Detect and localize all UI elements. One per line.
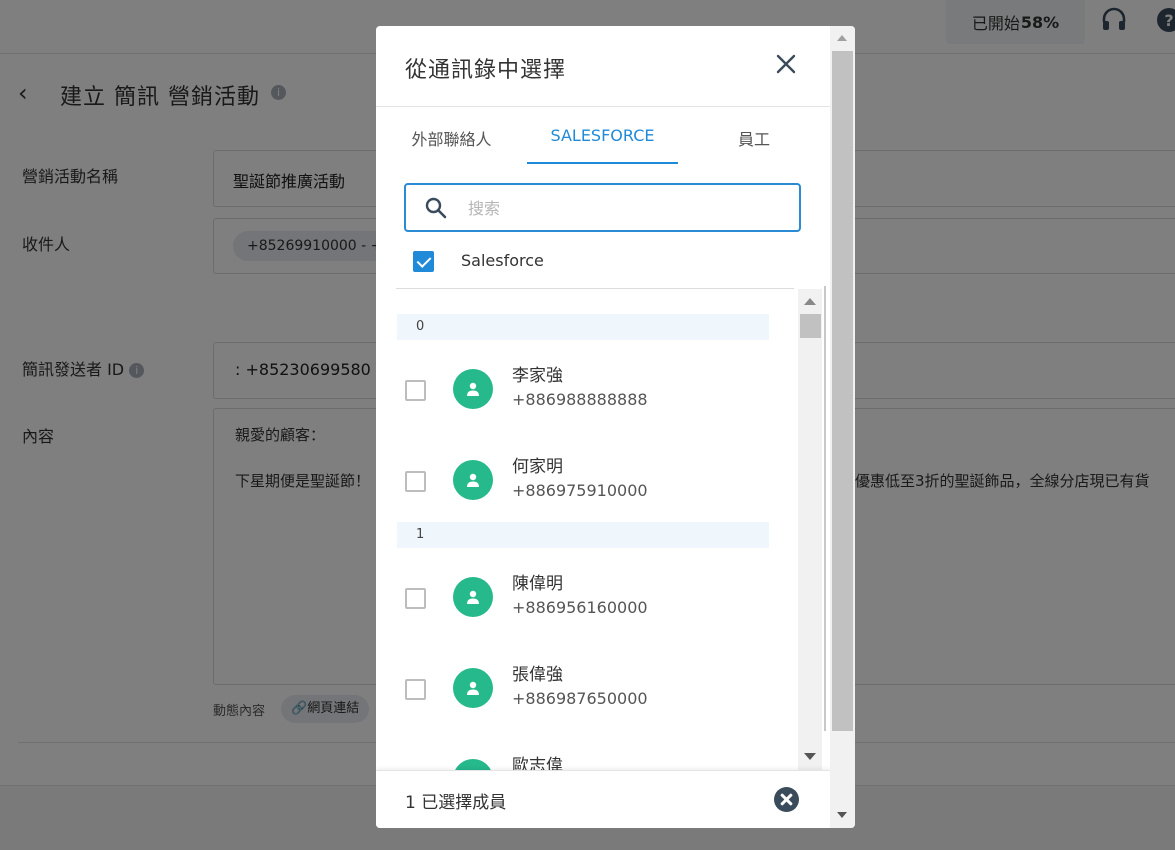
search-icon [425, 197, 447, 219]
avatar [453, 369, 493, 409]
contact-picker-modal: 從通訊錄中選擇 外部聯絡人 SALESFORCE 員工 Salesforce 0… [376, 26, 855, 828]
person-icon [467, 473, 479, 487]
modal-header: 從通訊錄中選擇 [376, 26, 830, 107]
person-icon [467, 382, 479, 396]
search-box [404, 183, 801, 232]
avatar [453, 668, 493, 708]
person-icon [467, 681, 479, 695]
selected-count-text: 1 已選擇成員 [405, 793, 507, 813]
contact-name: 何家明 [512, 457, 563, 477]
avatar [453, 460, 493, 500]
contact-phone: +886987650000 [512, 689, 648, 708]
clear-selection-icon[interactable] [774, 787, 799, 812]
contact-checkbox[interactable] [405, 679, 426, 700]
person-icon [467, 590, 479, 604]
search-input[interactable] [468, 195, 768, 221]
contact-name: 李家強 [512, 366, 563, 386]
contact-phone: +886988888888 [512, 390, 648, 409]
divider [824, 286, 826, 731]
active-tab-indicator [527, 162, 678, 164]
list-item[interactable]: 陳偉明 +886956160000 [376, 564, 796, 655]
modal-title: 從通訊錄中選擇 [405, 58, 567, 83]
scroll-down-arrow-icon[interactable] [804, 753, 816, 760]
contact-name: 張偉強 [512, 665, 563, 685]
tab-salesforce[interactable]: SALESFORCE [527, 126, 678, 145]
scroll-down-arrow-icon[interactable] [837, 812, 847, 818]
select-all-label: Salesforce [461, 251, 544, 270]
select-all-checkbox[interactable] [413, 251, 434, 272]
list-item[interactable]: 李家強 +886988888888 [376, 356, 796, 447]
scroll-up-arrow-icon[interactable] [804, 298, 816, 305]
close-icon[interactable] [774, 52, 798, 76]
contact-list: 0 李家強 +886988888888 何家明 +886975910000 1 … [376, 289, 798, 770]
scrollbar-thumb[interactable] [800, 314, 821, 338]
contact-name: 陳偉明 [512, 574, 563, 594]
group-header: 1 [397, 522, 769, 548]
tab-employees[interactable]: 員工 [678, 126, 830, 150]
modal-footer: 1 已選擇成員 [376, 770, 830, 828]
tab-external-contacts[interactable]: 外部聯絡人 [376, 126, 527, 150]
contact-name: 歐志偉 [512, 756, 563, 770]
contact-checkbox[interactable] [405, 588, 426, 609]
contact-list-scrollbar[interactable] [798, 289, 822, 770]
contact-phone: +886975910000 [512, 481, 648, 500]
modal-scrollbar[interactable] [830, 26, 855, 828]
scroll-up-arrow-icon[interactable] [837, 35, 847, 41]
contact-phone: +886956160000 [512, 598, 648, 617]
group-header: 0 [397, 314, 769, 340]
avatar [453, 577, 493, 617]
source-tabs: 外部聯絡人 SALESFORCE 員工 [376, 108, 830, 164]
list-item[interactable]: 歐志偉 [376, 746, 796, 770]
scrollbar-thumb[interactable] [832, 51, 853, 731]
avatar [453, 759, 493, 770]
contact-checkbox[interactable] [405, 471, 426, 492]
list-item[interactable]: 張偉強 +886987650000 [376, 655, 796, 746]
contact-checkbox[interactable] [405, 380, 426, 401]
